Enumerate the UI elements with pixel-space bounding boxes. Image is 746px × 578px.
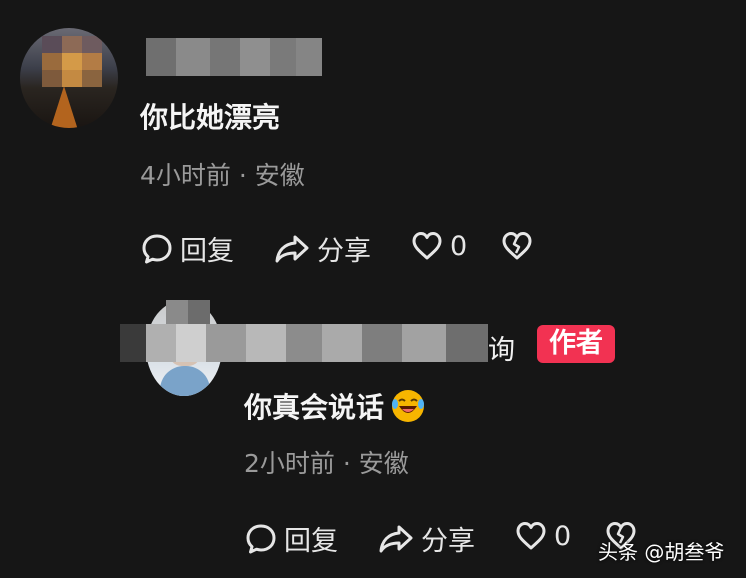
heart-icon (412, 232, 442, 260)
comment-text: 你比她漂亮 (140, 101, 281, 134)
comment-text: 你真会说话 (244, 391, 385, 424)
reply-button[interactable]: 回复 (140, 229, 234, 268)
share-button[interactable]: 分享 (273, 229, 371, 268)
reply-label: 回复 (180, 236, 234, 267)
share-arrow-icon (275, 235, 309, 262)
like-button[interactable]: 0 (410, 229, 467, 263)
comment-meta: 2小时前 · 安徽 (244, 449, 409, 478)
like-count: 0 (450, 230, 468, 262)
share-button[interactable]: 分享 (377, 519, 475, 558)
share-arrow-icon (379, 525, 413, 552)
username-blurred[interactable] (146, 38, 322, 76)
author-badge: 作者 (537, 325, 615, 363)
reply-label: 回复 (284, 526, 338, 557)
dislike-button[interactable] (500, 229, 534, 267)
laughing-crying-emoji-icon (392, 390, 425, 422)
watermark: 头条 @胡叁爷 (598, 540, 725, 564)
username-blurred-top (166, 300, 210, 324)
share-label: 分享 (421, 526, 475, 557)
heart-icon (516, 522, 546, 550)
comment-content: 你真会说话 (244, 386, 426, 426)
username-blurred[interactable] (120, 324, 488, 362)
comment-bubble-icon (246, 524, 276, 553)
reply-button[interactable]: 回复 (244, 519, 338, 558)
like-button[interactable]: 0 (514, 519, 571, 553)
comment-bubble-icon (142, 234, 172, 263)
broken-heart-icon (502, 232, 532, 260)
comment-meta: 4小时前 · 安徽 (140, 161, 305, 190)
avatar[interactable] (20, 28, 118, 128)
like-count: 0 (554, 520, 572, 552)
username-tail: 询 (488, 335, 515, 366)
share-label: 分享 (317, 236, 371, 267)
